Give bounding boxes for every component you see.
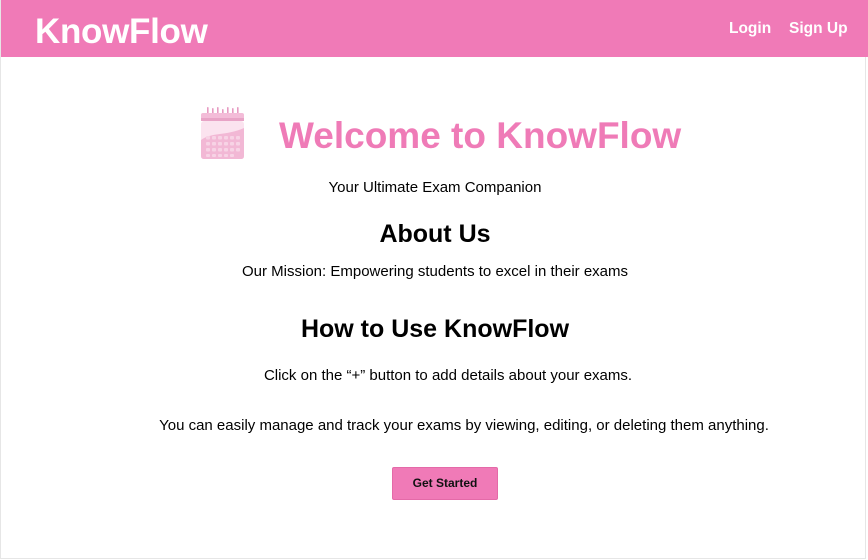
- landing-page: KnowFlow Login Sign Up Welcome to KnowFl…: [0, 0, 868, 559]
- instruction-step-1: Click on the “+” button to add details a…: [263, 367, 633, 384]
- brand-logo[interactable]: KnowFlow: [35, 12, 208, 52]
- get-started-button[interactable]: Get Started: [392, 467, 498, 500]
- about-heading: About Us: [379, 220, 491, 248]
- signup-link[interactable]: Sign Up: [789, 19, 848, 39]
- mission-text: Our Mission: Empowering students to exce…: [242, 263, 628, 280]
- tagline: Your Ultimate Exam Companion: [328, 179, 542, 196]
- how-to-heading: How to Use KnowFlow: [300, 315, 570, 343]
- calendar-icon: [198, 106, 246, 160]
- instruction-step-2: You can easily manage and track your exa…: [159, 417, 769, 434]
- login-link[interactable]: Login: [729, 19, 771, 39]
- page-title: Welcome to KnowFlow: [279, 115, 682, 156]
- top-navbar: KnowFlow Login Sign Up: [1, 0, 868, 57]
